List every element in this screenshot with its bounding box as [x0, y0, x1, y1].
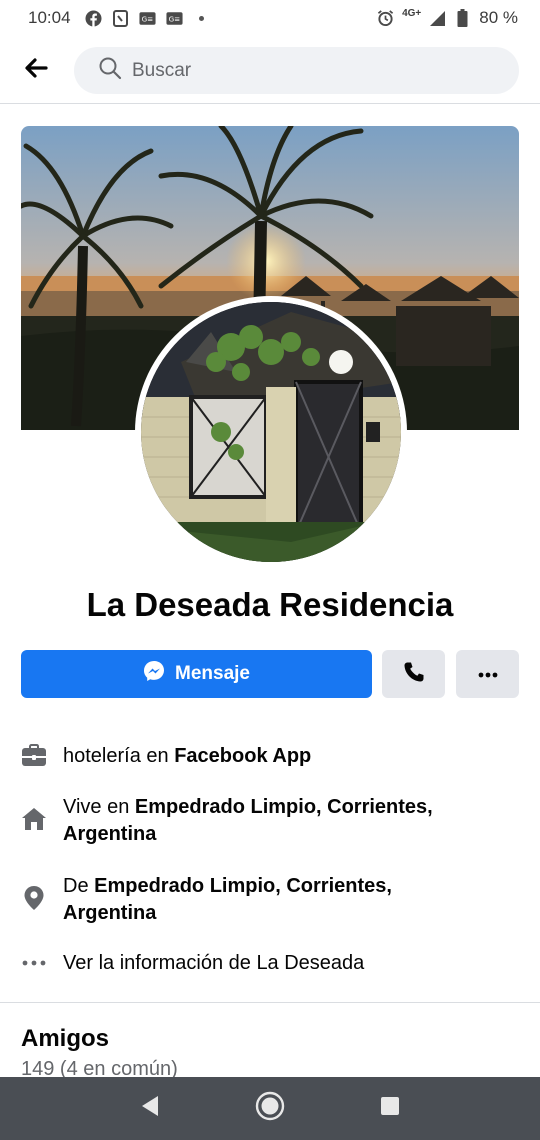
top-bar	[0, 44, 540, 96]
battery-percent: 80 %	[479, 8, 518, 27]
search-bar[interactable]	[74, 47, 519, 94]
search-icon	[98, 56, 122, 85]
nav-recents-icon	[380, 1096, 400, 1121]
nfc-icon	[112, 9, 129, 27]
action-buttons: Mensaje	[21, 650, 519, 698]
search-input[interactable]	[132, 59, 492, 82]
info-from: De Empedrado Limpio, Corrientes, Argentin…	[21, 873, 519, 927]
home-icon	[21, 806, 47, 832]
back-arrow-icon	[24, 57, 48, 83]
system-nav-bar	[0, 1077, 540, 1140]
info-category-value[interactable]: Facebook App	[174, 745, 311, 767]
see-info-link[interactable]: Ver la información de La Deseada	[21, 950, 519, 977]
message-button[interactable]: Mensaje	[21, 650, 372, 698]
nav-back-icon	[140, 1095, 160, 1122]
svg-text:G≡: G≡	[141, 14, 153, 23]
nav-home-icon	[255, 1091, 285, 1126]
info-lives-value-line1[interactable]: Empedrado Limpio, Corrientes,	[135, 796, 433, 818]
friends-title: Amigos	[21, 1025, 110, 1052]
phone-icon	[403, 661, 425, 688]
info-from-value-line1[interactable]: Empedrado Limpio, Corrientes,	[94, 875, 392, 897]
page-title: La Deseada Residencia	[86, 586, 454, 623]
more-dots-icon	[21, 950, 47, 976]
status-time: 10:04	[28, 8, 71, 27]
briefcase-icon	[21, 743, 47, 769]
mail-icon: G≡	[165, 10, 183, 27]
section-divider	[0, 1002, 540, 1003]
status-bar: 10:04 G≡ G≡ 4G+ 80 %	[0, 0, 540, 36]
notification-dot	[198, 15, 204, 21]
network-type: 4G+	[402, 7, 422, 19]
more-options-button[interactable]	[456, 650, 519, 698]
alarm-icon	[377, 10, 394, 27]
facebook-icon	[85, 10, 102, 27]
messenger-icon	[143, 660, 165, 688]
location-pin-icon	[21, 885, 47, 911]
info-lives-prefix: Vive en	[63, 796, 135, 818]
mail-icon: G≡	[138, 10, 156, 27]
message-button-label: Mensaje	[175, 663, 250, 684]
battery-icon	[454, 9, 471, 27]
more-icon	[478, 665, 498, 683]
info-lives-in: Vive en Empedrado Limpio, Corrientes, Arg…	[21, 794, 519, 848]
nav-recents-button[interactable]	[370, 1089, 410, 1129]
back-button[interactable]	[18, 52, 54, 88]
info-from-value-line2[interactable]: Argentina	[63, 902, 156, 924]
profile-picture[interactable]	[135, 296, 407, 568]
nav-home-button[interactable]	[250, 1089, 290, 1129]
divider	[0, 103, 540, 104]
info-lives-value-line2[interactable]: Argentina	[63, 823, 156, 845]
call-button[interactable]	[382, 650, 445, 698]
signal-icon	[429, 10, 446, 27]
see-info-label: Ver la información de La Deseada	[63, 952, 365, 974]
info-category-prefix: hotelería en	[63, 745, 175, 767]
nav-back-button[interactable]	[130, 1089, 170, 1129]
svg-text:G≡: G≡	[168, 14, 180, 23]
info-from-prefix: De	[63, 875, 95, 897]
info-category: hotelería en Facebook App	[21, 743, 519, 770]
